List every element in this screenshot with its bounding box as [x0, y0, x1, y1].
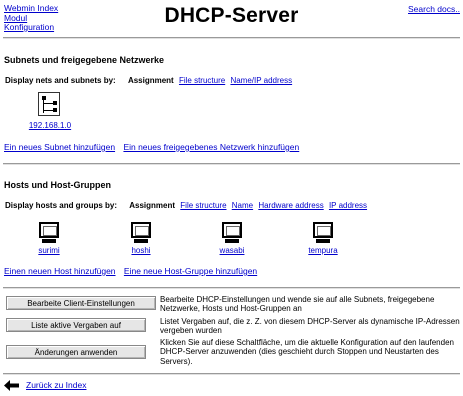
search-docs-link[interactable]: Search docs.. [408, 4, 460, 14]
edit-client-settings-button[interactable]: Bearbeite Client-Einstellungen [6, 296, 156, 310]
subnets-mode-file-structure[interactable]: File structure [179, 76, 225, 85]
subnets-display-label: Display nets and subnets by: [5, 76, 116, 85]
list-active-leases-description: Listet Vergaben auf, die z. Z. von diese… [160, 317, 460, 336]
edit-client-settings-description: Bearbeite DHCP-Einstellungen und wende s… [160, 295, 435, 314]
back-to-index-link[interactable]: Zurück zu Index [26, 380, 86, 390]
host-hoshi-icon[interactable] [130, 222, 152, 244]
hosts-heading: Hosts und Host-Gruppen [4, 180, 111, 190]
subnets-mode-name-ip[interactable]: Name/IP address [230, 76, 292, 85]
hosts-mode-hardware-address[interactable]: Hardware address [258, 201, 323, 210]
hosts-mode-assignment: Assignment [129, 201, 176, 210]
host-wasabi-link[interactable]: wasabi [220, 246, 245, 255]
divider [3, 373, 460, 375]
hosts-mode-ip-address[interactable]: IP address [329, 201, 367, 210]
list-active-leases-button[interactable]: Liste aktive Vergaben auf [6, 318, 146, 332]
hosts-actions: Einen neuen Host hinzufügen Eine neue Ho… [4, 266, 257, 276]
apply-changes-description: Klicken Sie auf diese Schaltfläche, um d… [160, 338, 454, 366]
subnets-display-mode: Display nets and subnets by: Assignment … [5, 76, 292, 85]
add-host-link[interactable]: Einen neuen Host hinzufügen [4, 266, 116, 276]
divider [3, 287, 460, 289]
host-hoshi-link[interactable]: hoshi [131, 246, 150, 255]
hosts-mode-name[interactable]: Name [232, 201, 253, 210]
host-surimi-icon[interactable] [38, 222, 60, 244]
host-surimi-link[interactable]: surimi [38, 246, 59, 255]
apply-changes-button[interactable]: Änderungen anwenden [6, 345, 146, 359]
divider [3, 37, 460, 39]
subnets-actions: Ein neues Subnet hinzufügen Ein neues fr… [4, 142, 299, 152]
add-host-group-link[interactable]: Eine neue Host-Gruppe hinzufügen [124, 266, 257, 276]
host-tempura-link[interactable]: tempura [308, 246, 337, 255]
divider [3, 163, 460, 165]
host-wasabi-icon[interactable] [221, 222, 243, 244]
subnet-192-168-1-0-link[interactable]: 192.168.1.0 [29, 121, 71, 130]
network-icon[interactable] [38, 92, 60, 116]
back-arrow-icon[interactable] [4, 380, 20, 391]
hosts-display-mode: Display hosts and groups by: Assignment … [5, 201, 367, 210]
subnets-heading: Subnets und freigegebene Netzwerke [4, 55, 165, 65]
add-subnet-link[interactable]: Ein neues Subnet hinzufügen [4, 142, 115, 152]
hosts-display-label: Display hosts and groups by: [5, 201, 118, 210]
subnets-mode-assignment: Assignment [127, 76, 174, 85]
hosts-mode-file-structure[interactable]: File structure [180, 201, 226, 210]
host-tempura-icon[interactable] [312, 222, 334, 244]
page-title: DHCP-Server [164, 4, 299, 27]
add-shared-network-link[interactable]: Ein neues freigegebenes Netzwerk hinzufü… [123, 142, 299, 152]
